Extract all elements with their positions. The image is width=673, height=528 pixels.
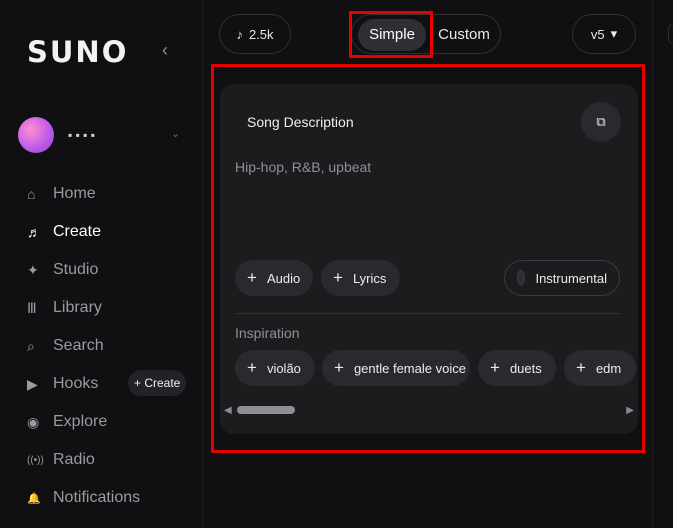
sidebar-item-label: Radio bbox=[53, 451, 95, 468]
sidebar-item-label: Library bbox=[53, 299, 102, 316]
sidebar-item-home[interactable]: ⌂ Home bbox=[27, 180, 197, 208]
song-description-card: Song Description ⧉ Hip-hop, R&B, upbeat … bbox=[220, 84, 638, 434]
right-panel-edge bbox=[668, 24, 673, 44]
inspiration-label: Inspiration bbox=[235, 325, 300, 341]
mode-toggle: Simple Custom bbox=[351, 14, 501, 54]
search-icon: ⌕ bbox=[27, 337, 35, 354]
studio-icon: ✦ bbox=[27, 261, 39, 278]
lyrics-label: Lyrics bbox=[352, 270, 387, 286]
shuffle-icon[interactable]: ⧉ bbox=[581, 102, 621, 142]
hooks-create-button[interactable]: + Create bbox=[128, 370, 187, 396]
sidebar-item-label: Explore bbox=[53, 413, 108, 430]
instrumental-toggle[interactable]: Instrumental bbox=[504, 260, 620, 296]
sidebar: SUNO ‹ ▪ ▪ ▪ ▪ ⌄ ⌂ Home ♬ Create ✦ Studi… bbox=[0, 0, 203, 528]
instrumental-label: Instrumental bbox=[535, 270, 607, 286]
inspiration-tag[interactable]: + duets bbox=[478, 350, 556, 386]
plus-icon: + bbox=[576, 358, 586, 377]
plus-icon: + bbox=[334, 358, 344, 377]
top-bar: ♪ 2.5k Simple Custom v5 ▾ bbox=[203, 0, 673, 64]
simple-mode-button[interactable]: Simple bbox=[358, 19, 426, 51]
sidebar-item-radio[interactable]: ((•)) Radio bbox=[27, 446, 197, 474]
create-music-icon: ♬ bbox=[27, 224, 41, 240]
bell-icon: 🔔 bbox=[27, 492, 41, 505]
custom-mode-button[interactable]: Custom bbox=[432, 19, 496, 51]
tag-label: edm bbox=[595, 360, 622, 376]
horizontal-scrollbar[interactable]: ◀ ▶ bbox=[224, 404, 634, 416]
home-icon: ⌂ bbox=[27, 186, 36, 202]
radio-icon: ((•)) bbox=[27, 454, 44, 466]
inspiration-tag[interactable]: + edm bbox=[564, 350, 636, 386]
chevron-down-icon: ▾ bbox=[610, 26, 618, 41]
tag-label: violão bbox=[266, 360, 301, 376]
scroll-left-icon[interactable]: ◀ bbox=[224, 405, 232, 416]
add-audio-button[interactable]: + Audio bbox=[235, 260, 313, 296]
suno-logo[interactable]: SUNO bbox=[27, 35, 128, 69]
sidebar-item-library[interactable]: Ⅲ Library bbox=[27, 294, 197, 322]
sidebar-item-label: Search bbox=[53, 337, 104, 354]
sidebar-item-create[interactable]: ♬ Create bbox=[27, 218, 197, 246]
toggle-dot-icon bbox=[517, 270, 526, 286]
username: ▪ ▪ ▪ ▪ bbox=[68, 128, 96, 142]
credits-button[interactable]: ♪ 2.5k bbox=[219, 14, 291, 54]
avatar bbox=[18, 117, 54, 153]
collapse-sidebar-icon[interactable]: ‹ bbox=[162, 40, 176, 60]
scrollbar-thumb[interactable] bbox=[237, 406, 295, 414]
plus-icon: + bbox=[247, 268, 257, 287]
tag-label: gentle female voice bbox=[353, 360, 466, 376]
hooks-icon: ▶ bbox=[27, 375, 38, 392]
audio-label: Audio bbox=[266, 270, 301, 286]
divider bbox=[652, 0, 653, 528]
inspiration-tag[interactable]: + violão bbox=[235, 350, 315, 386]
sidebar-item-explore[interactable]: ◉ Explore bbox=[27, 408, 197, 436]
add-lyrics-button[interactable]: + Lyrics bbox=[321, 260, 400, 296]
tag-label: duets bbox=[509, 360, 542, 376]
sidebar-item-notifications[interactable]: 🔔 Notifications bbox=[27, 484, 197, 512]
version-label: v5 bbox=[590, 26, 605, 42]
sidebar-item-hooks[interactable]: ▶ Hooks bbox=[27, 370, 122, 398]
user-menu[interactable]: ▪ ▪ ▪ ▪ ⌄ bbox=[18, 117, 188, 155]
plus-icon: + bbox=[490, 358, 500, 377]
sidebar-item-search[interactable]: ⌕ Search bbox=[27, 332, 197, 360]
inspiration-tag[interactable]: + gentle female voice bbox=[322, 350, 470, 386]
plus-icon: + bbox=[333, 268, 343, 287]
music-note-icon: ♪ bbox=[236, 26, 243, 42]
sidebar-item-studio[interactable]: ✦ Studio bbox=[27, 256, 197, 284]
sidebar-item-label: Notifications bbox=[53, 489, 141, 506]
sidebar-item-label: Create bbox=[53, 223, 102, 240]
plus-icon: + bbox=[247, 358, 257, 377]
credits-count: 2.5k bbox=[248, 26, 274, 42]
version-selector[interactable]: v5 ▾ bbox=[572, 14, 636, 54]
scroll-right-icon[interactable]: ▶ bbox=[626, 405, 634, 416]
explore-icon: ◉ bbox=[27, 413, 40, 430]
chevron-down-icon: ⌄ bbox=[171, 128, 181, 140]
sidebar-item-label: Home bbox=[53, 185, 96, 202]
sidebar-item-label: Studio bbox=[53, 261, 99, 278]
sidebar-item-label: Hooks bbox=[53, 375, 99, 392]
song-description-title: Song Description bbox=[247, 114, 354, 130]
divider bbox=[235, 313, 621, 314]
library-icon: Ⅲ bbox=[27, 299, 37, 316]
song-description-input[interactable]: Hip-hop, R&B, upbeat bbox=[235, 159, 371, 175]
